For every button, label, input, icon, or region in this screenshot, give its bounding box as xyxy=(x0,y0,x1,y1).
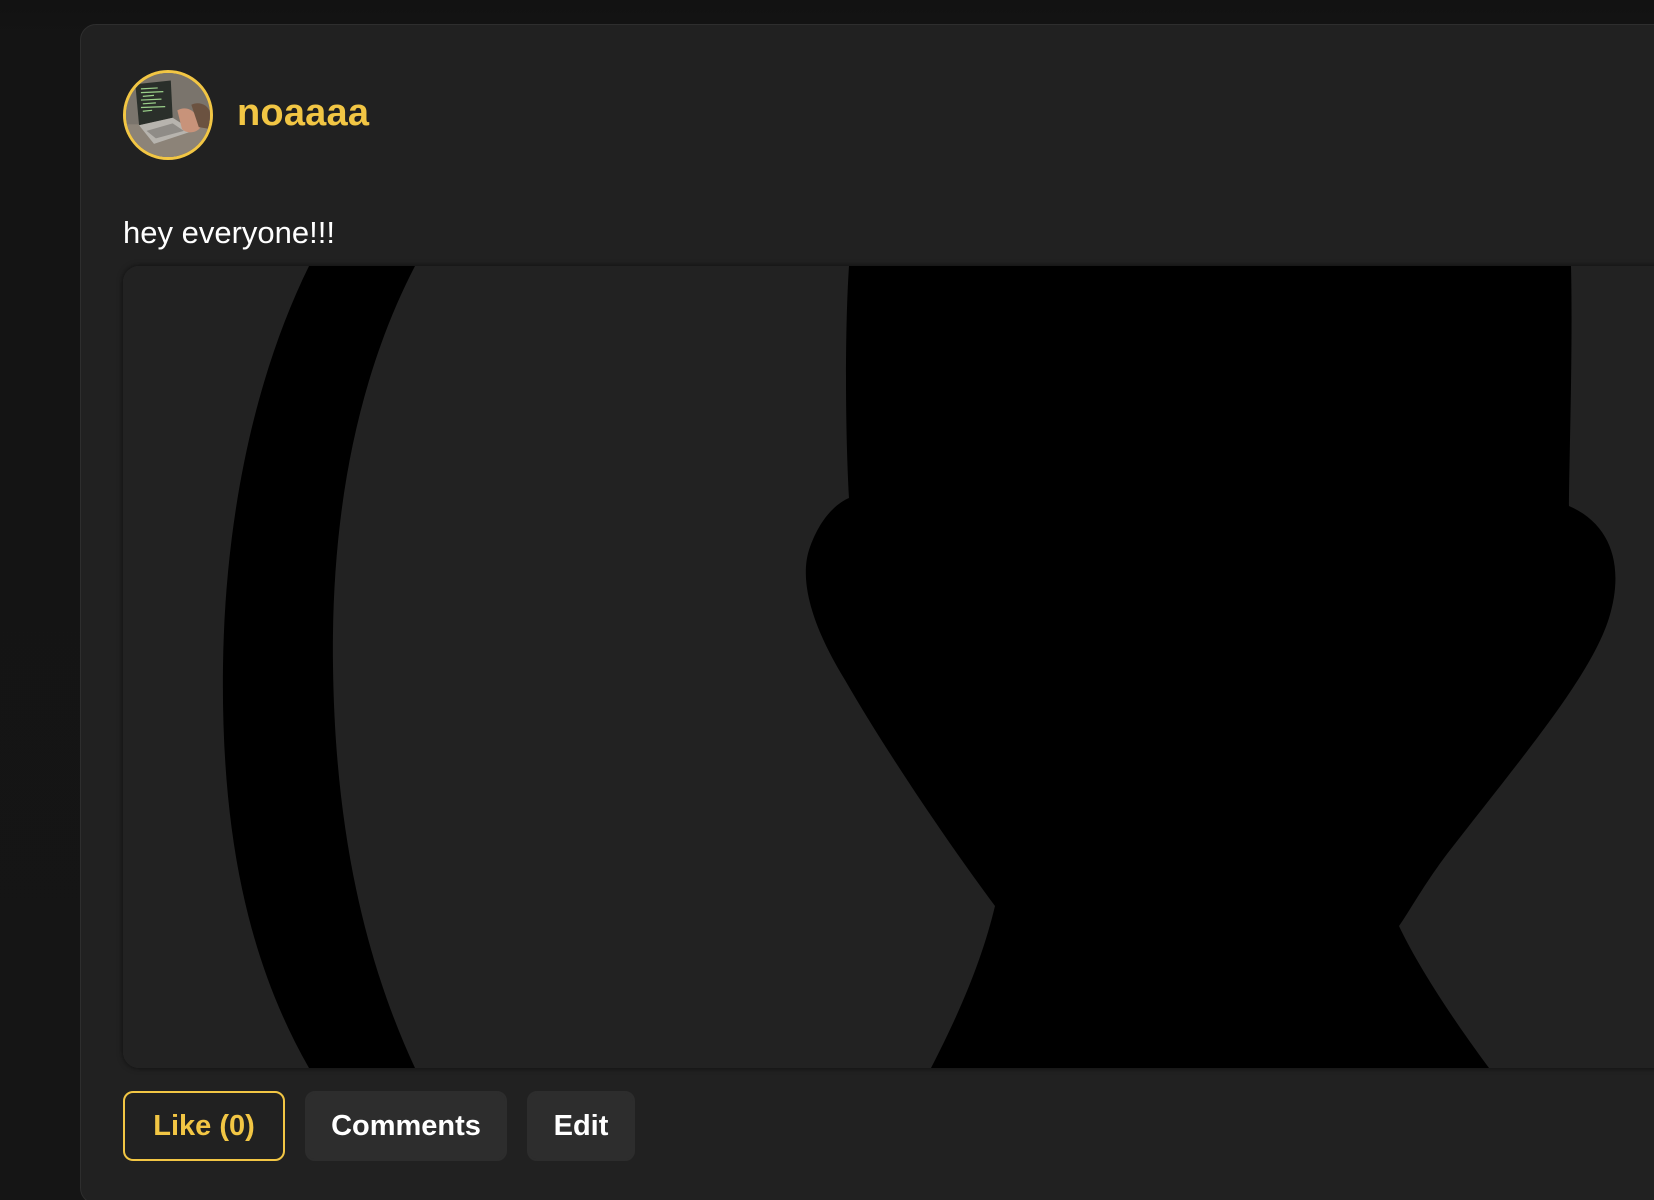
avatar[interactable] xyxy=(123,70,213,160)
post-author-name[interactable]: noaaaa xyxy=(237,92,369,135)
post-header: noaaaa xyxy=(123,67,369,163)
page: noaaaa hey everyone!!! Like (0) Comments… xyxy=(0,0,1654,1200)
post-image xyxy=(123,266,1654,1068)
post-text: hey everyone!!! xyxy=(123,215,335,250)
post-card: noaaaa hey everyone!!! Like (0) Comments… xyxy=(80,24,1654,1200)
post-actions: Like (0) Comments Edit xyxy=(123,1091,635,1161)
like-button[interactable]: Like (0) xyxy=(123,1091,285,1161)
edit-button[interactable]: Edit xyxy=(527,1091,635,1161)
avatar-image xyxy=(126,73,210,157)
comments-button[interactable]: Comments xyxy=(305,1091,507,1161)
default-profile-silhouette-icon xyxy=(123,266,1654,1068)
